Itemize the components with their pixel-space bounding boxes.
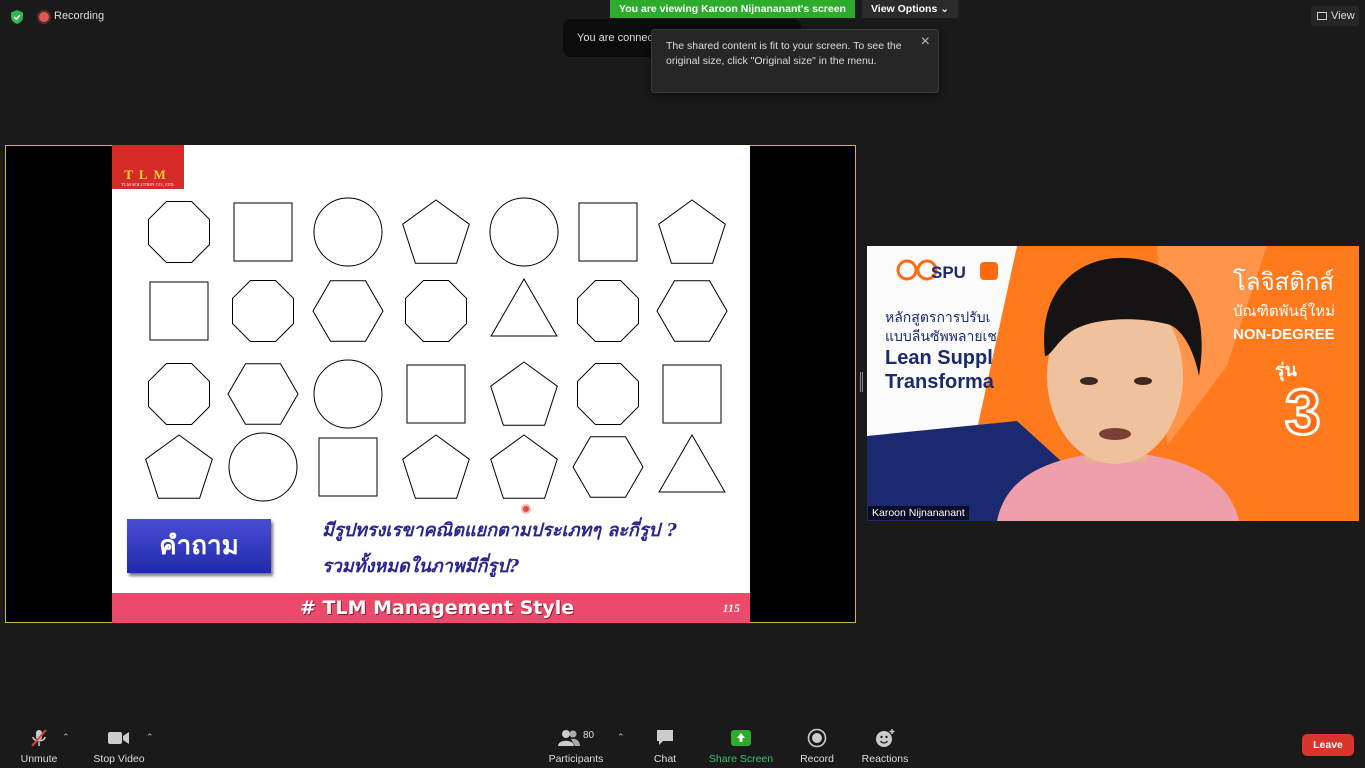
octagon-shape (577, 280, 639, 342)
participants-options-caret[interactable]: ⌃ (617, 732, 625, 743)
triangle-shape (658, 433, 726, 493)
stop-video-label: Stop Video (93, 753, 145, 765)
chat-button[interactable]: Chat (648, 728, 682, 765)
backdrop-subtitle: บัณฑิตพันธุ์ใหม่ (1233, 302, 1335, 321)
square-shape (149, 281, 209, 341)
brand-text: SPU (931, 263, 966, 282)
record-label: Record (800, 753, 834, 765)
participant-video[interactable]: SPU หลักสูตรการปรับเ แบบลีนซัพพลายเช Lea… (867, 246, 1359, 521)
video-options-caret[interactable]: ⌃ (146, 732, 154, 743)
octagon-shape (148, 201, 210, 263)
square-shape (406, 364, 466, 424)
circle-shape (313, 359, 383, 429)
pentagon-shape (145, 434, 213, 499)
question-line-2: รวมทั้งหมดในภาพมีกี่รูป? (322, 556, 520, 577)
batch-number: 3 (1285, 376, 1321, 448)
participant-count: 80 (582, 729, 595, 741)
pentagon-shape (402, 434, 470, 499)
recording-icon (39, 12, 49, 22)
shape-grid (145, 197, 728, 502)
participant-name-tag: Karoon Nijnananant (868, 506, 969, 520)
non-degree-text: NON-DEGREE (1233, 326, 1335, 343)
square-shape (578, 202, 638, 262)
square-shape (662, 364, 722, 424)
octagon-shape (148, 363, 210, 425)
course-en-1: Lean Suppl (885, 347, 993, 369)
backdrop-title: โลจิสติกส์ (1233, 268, 1334, 296)
presentation-slide: TLM TLM SOLUTION CO., LTD. คำถาม มีรูปทร… (112, 145, 750, 623)
recording-label: Recording (54, 10, 105, 22)
circle-shape (313, 197, 383, 267)
hexagon-shape (572, 436, 644, 498)
course-en-2: Transforma (885, 371, 995, 393)
octagon-shape (577, 363, 639, 425)
participants-icon (557, 730, 580, 746)
fit-to-screen-tooltip: The shared content is fit to your screen… (651, 29, 939, 93)
square-shape (318, 437, 378, 497)
question-line-1: มีรูปทรงเรขาคณิตแยกตามประเภทๆ ละกี่รูป ? (322, 520, 677, 541)
participants-label: Participants (548, 753, 604, 765)
share-screen-button[interactable]: Share Screen (708, 728, 774, 765)
viewing-screen-banner: You are viewing Karoon Nijnananant's scr… (610, 0, 855, 18)
footer-text: # TLM Management Style (300, 597, 575, 619)
chat-label: Chat (653, 753, 677, 765)
octagon-shape (405, 280, 467, 342)
triangle-shape (490, 277, 558, 337)
pentagon-shape (402, 199, 470, 264)
fit-tip-close-icon[interactable]: × (921, 34, 930, 50)
course-line-1: หลักสูตรการปรับเ (885, 310, 990, 326)
video-backdrop: SPU หลักสูตรการปรับเ แบบลีนซัพพลายเช Lea… (867, 246, 1359, 521)
unmute-button[interactable]: Unmute (18, 728, 60, 765)
chat-bubble-icon (657, 730, 673, 745)
reactions-smiley-icon (876, 729, 895, 747)
slide-page-number: 115 (722, 601, 740, 615)
reactions-label: Reactions (861, 753, 909, 765)
question-label-box: คำถาม (127, 519, 271, 573)
leave-button[interactable]: Leave (1302, 734, 1354, 756)
hexagon-shape (227, 363, 299, 425)
pointer-dot (523, 506, 529, 512)
record-icon (807, 728, 827, 748)
view-button[interactable]: View (1311, 6, 1359, 26)
fit-tip-text: The shared content is fit to your screen… (666, 40, 902, 67)
octagon-shape (232, 280, 294, 342)
view-options-button[interactable]: View Options ⌄ (862, 0, 958, 18)
circle-shape (489, 197, 559, 267)
hexagon-shape (312, 280, 384, 342)
participants-button[interactable]: 80 Participants (546, 728, 606, 766)
audio-options-caret[interactable]: ⌃ (62, 732, 70, 743)
pentagon-shape (490, 434, 558, 499)
course-line-2: แบบลีนซัพพลายเช (885, 329, 997, 345)
view-button-label: View (1331, 10, 1355, 22)
unmute-label: Unmute (20, 753, 58, 765)
pentagon-shape (658, 199, 726, 264)
hexagon-shape (656, 280, 728, 342)
security-shield-icon[interactable] (10, 10, 24, 24)
pentagon-shape (490, 361, 558, 426)
video-camera-icon (108, 732, 129, 744)
share-screen-icon (731, 730, 751, 746)
record-button[interactable]: Record (798, 728, 836, 765)
slide-footer: # TLM Management Style 115 (112, 593, 750, 623)
microphone-muted-icon (31, 729, 47, 747)
share-screen-label: Share Screen (708, 753, 774, 765)
panel-resize-handle[interactable] (860, 372, 863, 392)
reactions-button[interactable]: Reactions (860, 728, 910, 765)
grid-view-icon (1317, 12, 1327, 20)
square-shape (233, 202, 293, 262)
stop-video-button[interactable]: Stop Video (90, 728, 148, 765)
circle-shape (228, 432, 298, 502)
